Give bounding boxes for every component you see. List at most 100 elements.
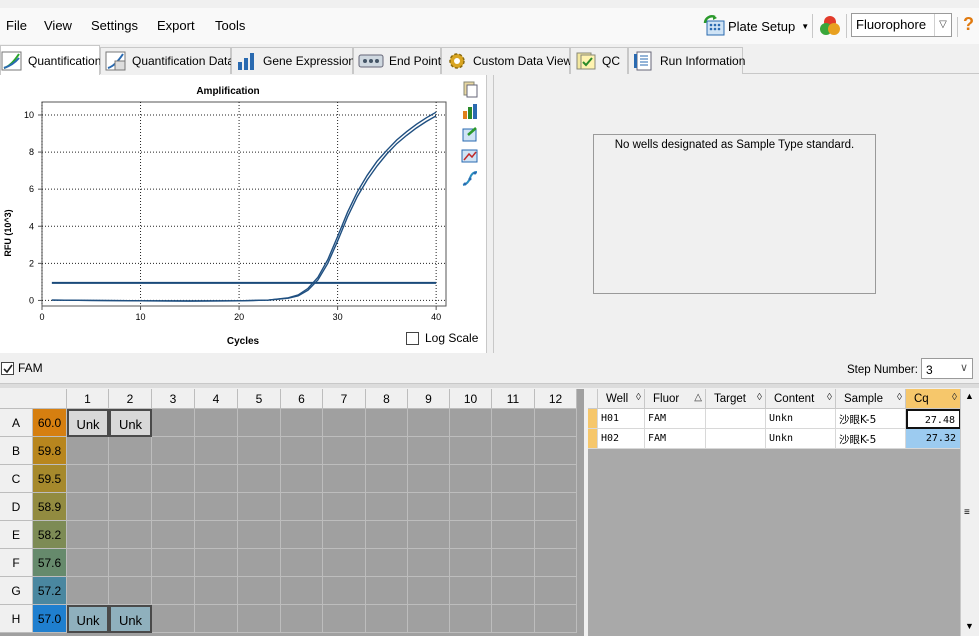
plate-row-header[interactable]: C <box>0 465 33 493</box>
plate-well[interactable] <box>67 465 109 493</box>
row-indicator[interactable] <box>588 429 598 449</box>
plate-well[interactable] <box>281 437 323 465</box>
plate-well[interactable] <box>366 549 408 577</box>
plate-well[interactable] <box>238 409 281 437</box>
tab-gene-expression[interactable]: Gene Expression <box>231 47 355 74</box>
plate-well[interactable] <box>67 493 109 521</box>
sort-icon[interactable]: ◊ <box>757 392 762 403</box>
plate-well[interactable] <box>450 409 492 437</box>
plate-row-header[interactable]: E <box>0 521 33 549</box>
plate-well[interactable] <box>323 465 366 493</box>
menu-settings[interactable]: Settings <box>91 18 138 33</box>
cell-well[interactable]: H01 <box>598 409 645 429</box>
cell-target[interactable] <box>706 409 766 429</box>
plate-well[interactable] <box>535 521 577 549</box>
plate-well[interactable] <box>323 409 366 437</box>
plate-well[interactable] <box>195 605 238 633</box>
column-header-well[interactable]: Well ◊ <box>598 389 645 409</box>
plate-well[interactable] <box>366 493 408 521</box>
plate-well[interactable] <box>238 577 281 605</box>
plate-well[interactable] <box>238 465 281 493</box>
plate-well[interactable] <box>408 549 450 577</box>
plate-well[interactable] <box>450 577 492 605</box>
plate-column-header[interactable]: 9 <box>408 389 450 409</box>
plate-well[interactable] <box>152 605 195 633</box>
plate-row-header[interactable]: F <box>0 549 33 577</box>
plate-well[interactable] <box>195 437 238 465</box>
plate-well[interactable] <box>535 549 577 577</box>
plate-well[interactable] <box>535 465 577 493</box>
plate-well[interactable] <box>281 521 323 549</box>
sort-icon[interactable]: △ <box>694 392 702 403</box>
plate-well[interactable] <box>323 605 366 633</box>
plate-column-header[interactable]: 5 <box>238 389 281 409</box>
column-header-content[interactable]: Content ◊ <box>766 389 836 409</box>
plate-well[interactable] <box>323 577 366 605</box>
plate-well[interactable] <box>323 437 366 465</box>
plate-well[interactable] <box>366 465 408 493</box>
cell-cq[interactable]: 27.32 <box>906 429 961 449</box>
plate-well[interactable] <box>492 493 535 521</box>
plate-well[interactable]: Unk <box>67 409 109 437</box>
cell-cq[interactable]: 27.48 <box>906 409 961 429</box>
plate-well[interactable] <box>450 493 492 521</box>
plate-well[interactable] <box>195 577 238 605</box>
plate-row-header[interactable]: A <box>0 409 33 437</box>
plate-well[interactable]: Unk <box>109 409 152 437</box>
plate-well[interactable] <box>281 409 323 437</box>
plate-well[interactable] <box>366 605 408 633</box>
log-scale-toggle[interactable]: Log Scale <box>406 331 478 345</box>
plate-well[interactable] <box>366 409 408 437</box>
plate-well[interactable] <box>238 549 281 577</box>
tab-quantification[interactable]: Quantification <box>0 45 101 75</box>
plate-well[interactable] <box>238 493 281 521</box>
plate-well[interactable] <box>450 521 492 549</box>
plate-well[interactable] <box>492 409 535 437</box>
plate-column-header[interactable]: 6 <box>281 389 323 409</box>
copy-icon[interactable] <box>461 80 479 101</box>
plate-well[interactable] <box>67 437 109 465</box>
plate-column-header[interactable]: 4 <box>195 389 238 409</box>
column-header-target[interactable]: Target ◊ <box>706 389 766 409</box>
plate-well[interactable] <box>67 521 109 549</box>
plate-well[interactable] <box>492 577 535 605</box>
plate-well[interactable] <box>408 465 450 493</box>
plate-well[interactable] <box>67 577 109 605</box>
tab-custom-data-view[interactable]: Custom Data View <box>441 47 572 74</box>
chart-options-icon[interactable] <box>461 102 479 123</box>
cell-fluor[interactable]: FAM <box>645 429 706 449</box>
cell-sample[interactable]: 沙眼K-5 <box>836 429 906 449</box>
plate-well[interactable] <box>152 437 195 465</box>
sort-icon[interactable]: ◊ <box>952 392 957 403</box>
plate-well[interactable] <box>366 577 408 605</box>
log-scale-checkbox[interactable] <box>406 331 419 345</box>
column-header-fluor[interactable]: Fluor △ <box>645 389 706 409</box>
plate-well[interactable] <box>535 605 577 633</box>
tab-qc[interactable]: QC <box>570 47 628 74</box>
splitter[interactable] <box>0 383 979 388</box>
column-header-sample[interactable]: Sample ◊ <box>836 389 906 409</box>
plate-well[interactable] <box>281 465 323 493</box>
plate-well[interactable] <box>109 549 152 577</box>
plate-well[interactable] <box>492 437 535 465</box>
plate-well[interactable] <box>109 437 152 465</box>
plate-well[interactable] <box>109 521 152 549</box>
plate-well[interactable] <box>109 465 152 493</box>
menu-file[interactable]: File <box>6 18 27 33</box>
plate-well[interactable] <box>450 437 492 465</box>
plate-well[interactable] <box>109 577 152 605</box>
plate-column-header[interactable]: 7 <box>323 389 366 409</box>
plate-well[interactable] <box>492 549 535 577</box>
cell-sample[interactable]: 沙眼K-5 <box>836 409 906 429</box>
tab-end-point[interactable]: End Point <box>353 47 441 74</box>
plate-well[interactable] <box>323 549 366 577</box>
plate-well[interactable] <box>281 549 323 577</box>
plate-well[interactable] <box>281 493 323 521</box>
plate-well[interactable] <box>238 605 281 633</box>
well-table-scrollbar[interactable]: ▲ ≡ ▼ <box>960 389 979 636</box>
plate-well[interactable] <box>366 521 408 549</box>
plate-well[interactable] <box>195 549 238 577</box>
sort-icon[interactable]: ◊ <box>636 392 641 403</box>
plate-well[interactable] <box>152 521 195 549</box>
menu-tools[interactable]: Tools <box>215 18 245 33</box>
